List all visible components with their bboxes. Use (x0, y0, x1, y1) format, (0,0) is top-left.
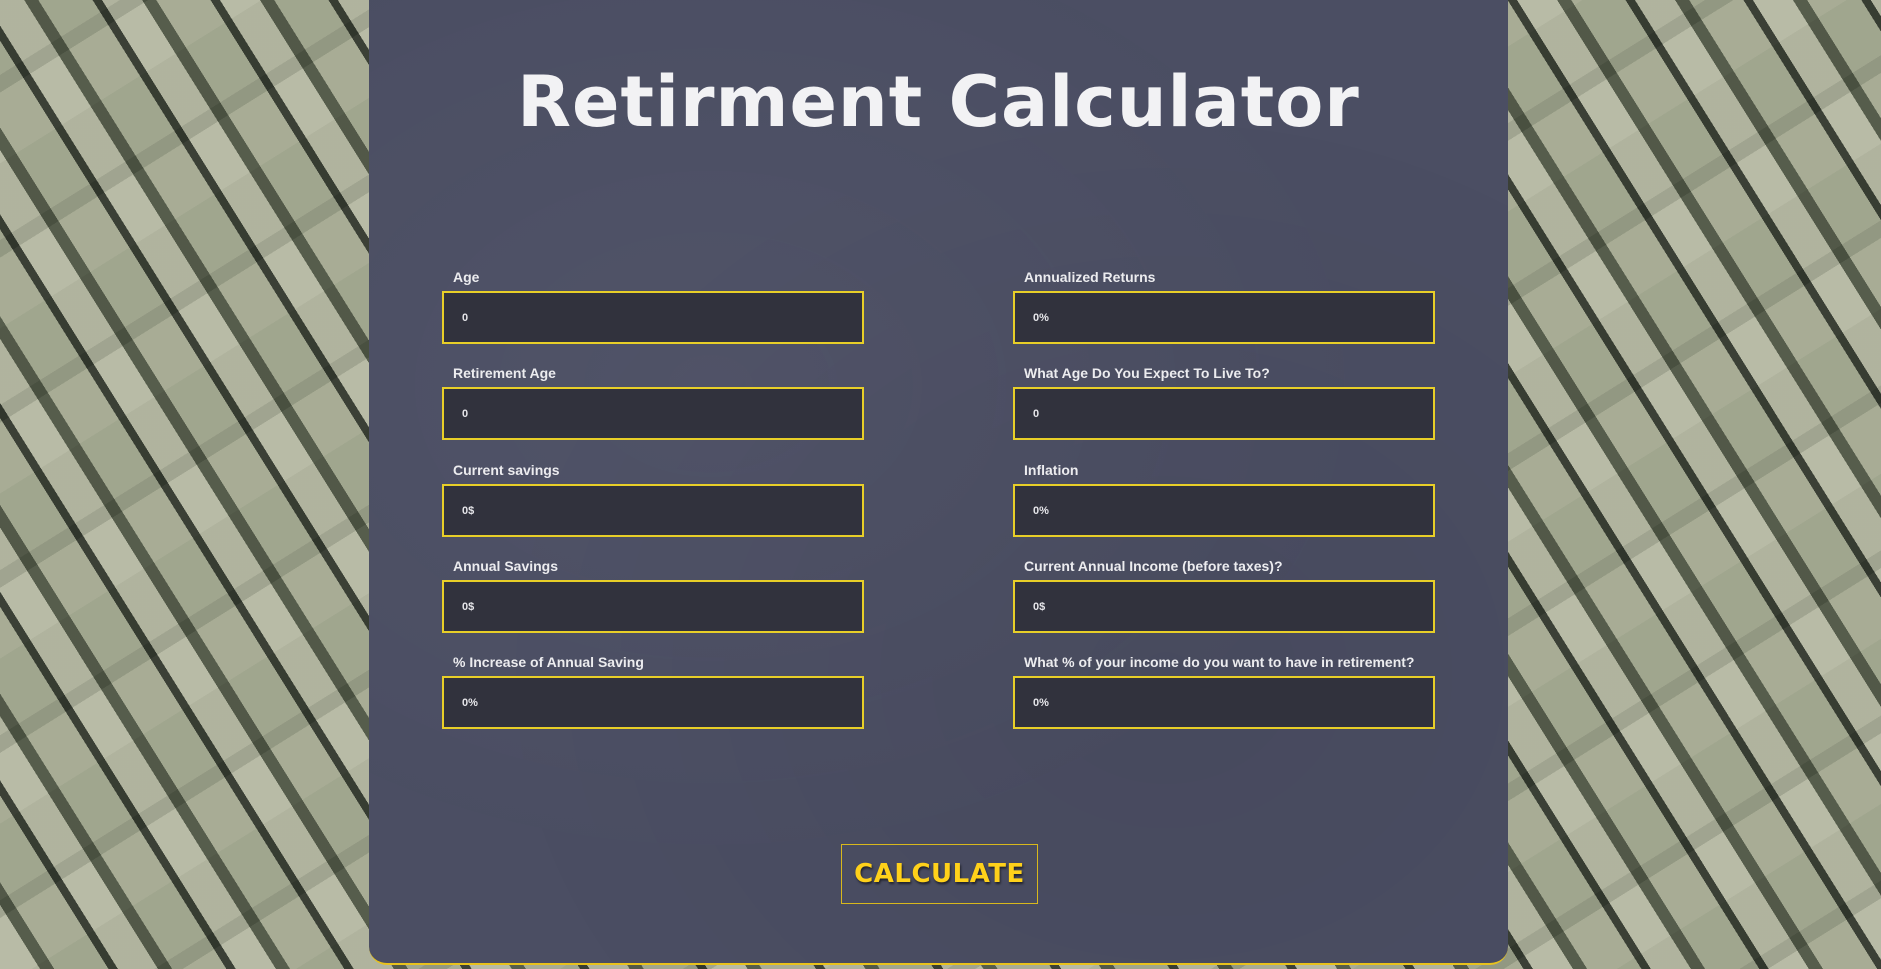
age-label: Age (453, 269, 480, 285)
inflation-label: Inflation (1024, 462, 1079, 478)
annualized-returns-field: Annualized Returns (1013, 269, 1435, 344)
annual-savings-label: Annual Savings (453, 558, 559, 574)
life-expectancy-input[interactable] (1013, 387, 1435, 440)
annual-income-label: Current Annual Income (before taxes)? (1024, 558, 1283, 574)
savings-increase-field: % Increase of Annual Saving (442, 654, 864, 729)
retirement-income-percent-input[interactable] (1013, 676, 1435, 729)
retirement-income-percent-label: What % of your income do you want to hav… (1024, 654, 1415, 670)
page-title: Retirment Calculator (517, 61, 1360, 143)
annual-income-input[interactable] (1013, 580, 1435, 633)
current-savings-input[interactable] (442, 484, 864, 537)
current-savings-label: Current savings (453, 462, 560, 478)
savings-increase-input[interactable] (442, 676, 864, 729)
life-expectancy-label: What Age Do You Expect To Live To? (1024, 365, 1270, 381)
annual-income-field: Current Annual Income (before taxes)? (1013, 558, 1435, 633)
life-expectancy-field: What Age Do You Expect To Live To? (1013, 365, 1435, 440)
age-field: Age (442, 269, 864, 344)
annualized-returns-input[interactable] (1013, 291, 1435, 344)
calculator-card: Retirment Calculator Age Retirement Age … (369, 0, 1508, 965)
age-input[interactable] (442, 291, 864, 344)
current-savings-field: Current savings (442, 462, 864, 537)
retirement-income-percent-field: What % of your income do you want to hav… (1013, 654, 1435, 729)
retirement-age-label: Retirement Age (453, 365, 556, 381)
inflation-input[interactable] (1013, 484, 1435, 537)
calculate-button[interactable]: CALCULATE (841, 844, 1038, 904)
savings-increase-label: % Increase of Annual Saving (453, 654, 644, 670)
retirement-age-field: Retirement Age (442, 365, 864, 440)
retirement-age-input[interactable] (442, 387, 864, 440)
annualized-returns-label: Annualized Returns (1024, 269, 1156, 285)
annual-savings-input[interactable] (442, 580, 864, 633)
inflation-field: Inflation (1013, 462, 1435, 537)
annual-savings-field: Annual Savings (442, 558, 864, 633)
